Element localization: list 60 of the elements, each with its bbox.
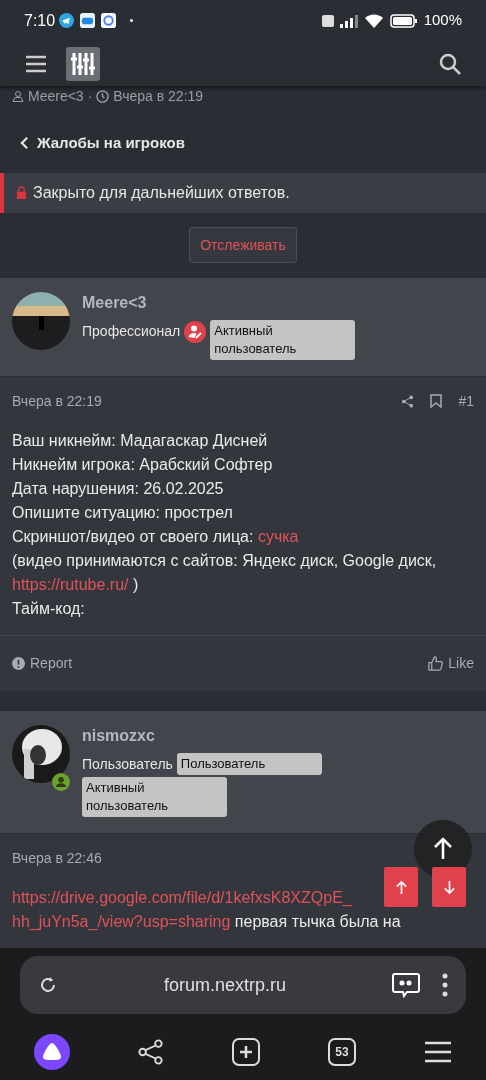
quote-icon[interactable] xyxy=(392,972,420,998)
user-banner: Активный пользователь xyxy=(82,777,227,817)
user-banner: Пользователь xyxy=(176,753,322,775)
user-edit-icon xyxy=(184,321,207,343)
post-author[interactable]: Meere<3 xyxy=(82,292,382,314)
reload-icon[interactable] xyxy=(38,975,58,995)
post-link[interactable]: hh_juYn5a_/view?usp=sharing xyxy=(12,913,231,930)
post-link[interactable]: https://rutube.ru/ xyxy=(12,576,129,593)
post-author[interactable]: nismozxc xyxy=(82,725,382,747)
post-time: Вчера в 22:19 xyxy=(12,391,102,411)
thread-time: Вчера в 22:19 xyxy=(113,86,204,106)
report-button[interactable]: Report xyxy=(12,653,73,674)
address-bar[interactable]: forum.nextrp.ru xyxy=(20,956,466,1014)
new-tab-icon[interactable] xyxy=(232,1038,260,1066)
post-text-line: Никнейм игрока: Арабский Софтер xyxy=(12,455,274,475)
post-text-line: (видео принимаются с сайтов: Яндекс диск, Google диск, https://rutube.ru/ ) xyxy=(12,551,438,595)
online-icon xyxy=(52,773,70,791)
wifi-icon xyxy=(363,12,384,29)
share-icon[interactable] xyxy=(138,1039,164,1065)
closed-notice-text: Закрыто для дальнейших ответов. xyxy=(33,182,290,203)
alert-icon xyxy=(12,657,25,670)
post-text-line: Ваш никнейм: Мадагаскар Дисней xyxy=(12,431,269,451)
user-title: Пользователь xyxy=(82,755,173,774)
menu-icon[interactable] xyxy=(424,1040,452,1064)
post-time: Вчера в 22:46 xyxy=(12,848,102,868)
url-text[interactable]: forum.nextrp.ru xyxy=(58,971,392,999)
separator: · xyxy=(87,86,93,106)
post-text-line: Скриншот/видео от своего лица: сучка xyxy=(12,527,300,547)
thread-author[interactable]: Meere<3 xyxy=(28,85,84,107)
post-text-line: hh_juYn5a_/view?usp=sharing первая тычка была на xyxy=(12,912,402,932)
next-button[interactable] xyxy=(432,867,466,907)
battery-icon xyxy=(389,13,418,28)
battery-level: 100% xyxy=(423,10,462,31)
follow-button[interactable]: Отслеживать xyxy=(189,227,297,264)
user-icon xyxy=(12,90,24,103)
post-text-line: Опишите ситуацию: прострел xyxy=(12,503,234,523)
post-link[interactable]: сучка xyxy=(257,528,299,545)
more-icon[interactable] xyxy=(442,973,448,997)
clock: 7:10 xyxy=(24,10,56,31)
thumbs-up-icon xyxy=(428,656,444,671)
share-icon[interactable] xyxy=(401,394,415,408)
post-number[interactable]: #1 xyxy=(458,390,474,412)
back-link[interactable]: Жалобы на игроков xyxy=(20,131,185,155)
lock-icon xyxy=(16,186,27,200)
post-link[interactable]: https://drive.google.com/file/d/1kefxsK8XZQpE_ xyxy=(12,889,352,906)
tab-count[interactable]: 53 xyxy=(328,1038,356,1066)
user-title: Профессионал xyxy=(82,322,181,341)
logo-icon[interactable] xyxy=(66,46,100,81)
bookmark-icon[interactable] xyxy=(430,394,443,408)
post-text-line: Тайм-код: xyxy=(12,599,86,619)
signal-icon xyxy=(339,13,358,28)
telegram-icon xyxy=(59,13,75,29)
clock-icon xyxy=(96,89,110,103)
previous-button[interactable] xyxy=(384,867,418,907)
search-icon[interactable] xyxy=(438,51,462,76)
user-banner: Активный пользователь xyxy=(210,320,356,360)
assistant-icon[interactable] xyxy=(34,1034,70,1070)
post-text-line: Дата нарушения: 26.02.2025 xyxy=(12,479,225,499)
chevron-left-icon xyxy=(20,136,29,151)
like-button[interactable]: Like xyxy=(428,653,474,674)
